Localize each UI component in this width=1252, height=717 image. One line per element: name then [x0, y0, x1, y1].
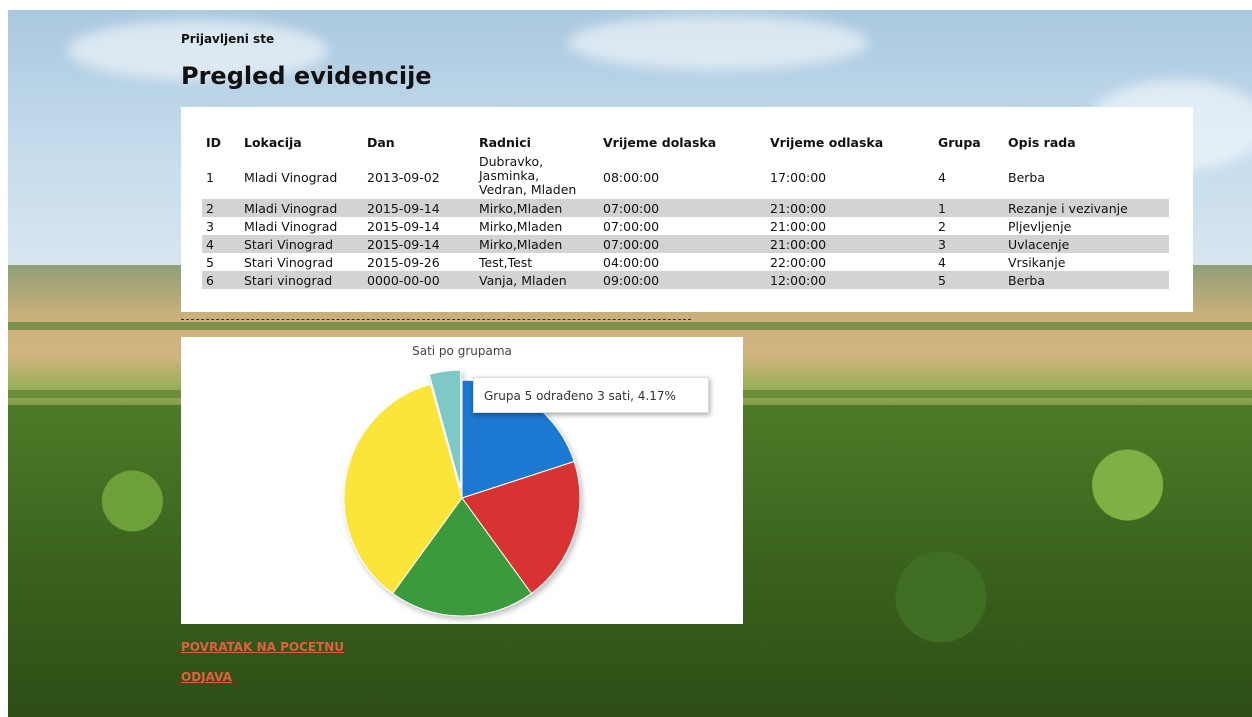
table-cell: 17:00:00 [770, 169, 827, 185]
column-header: Vrijeme dolaska [603, 134, 717, 150]
table-cell: Uvlacenje [1004, 235, 1169, 253]
table-cell: Mladi Vinograd [240, 199, 363, 217]
records-panel: ID Lokacija Dan Radnici Vrijeme dolaska … [181, 107, 1193, 312]
column-header: Lokacija [244, 134, 302, 150]
column-header: Radnici [479, 134, 531, 150]
login-status: Prijavljeni ste [181, 32, 275, 46]
column-header: ID [206, 134, 222, 150]
table-cell: Berba [1008, 169, 1045, 185]
page-title: Pregled evidencije [181, 62, 432, 90]
table-row: 1 Mladi Vinograd 2013-09-02 Dubravko, Jasmi… [202, 155, 1169, 199]
table-cell: Vrsikanje [1008, 254, 1066, 270]
table-cell: 2015-09-14 [363, 199, 475, 217]
table-cell: Mladi Vinograd [244, 169, 338, 185]
table-cell: 1 [206, 169, 214, 185]
field-stripe [8, 322, 1252, 330]
table-cell: 5 [934, 271, 1004, 289]
table-cell: Mirko,Mladen [475, 199, 599, 217]
table-cell: 1 [934, 199, 1004, 217]
table-cell: Mirko,Mladen [479, 218, 563, 234]
table-cell: 07:00:00 [603, 218, 660, 234]
table-cell: 2015-09-14 [363, 235, 475, 253]
table-cell: Stari Vinograd [244, 254, 334, 270]
table-cell: 08:00:00 [603, 169, 660, 185]
table-cell: 2 [202, 199, 240, 217]
table-cell: Stari vinograd [240, 271, 363, 289]
table-cell: Mirko,Mladen [475, 235, 599, 253]
table-cell: 5 [206, 254, 214, 270]
table-cell: 21:00:00 [766, 235, 934, 253]
table-cell: 4 [202, 235, 240, 253]
table-row: 2 Mladi Vinograd 2015-09-14 Mirko,Mladen 07:… [202, 199, 1169, 217]
table-cell: 3 [934, 235, 1004, 253]
table-row: 4 Stari Vinograd 2015-09-14 Mirko,Mladen 07:… [202, 235, 1169, 253]
table-cell: 21:00:00 [770, 218, 827, 234]
table-cell: 3 [206, 218, 214, 234]
table-cell: 07:00:00 [599, 235, 766, 253]
cloud [568, 15, 868, 70]
table-cell: 0000-00-00 [363, 271, 475, 289]
table-cell: 2013-09-02 [367, 169, 440, 185]
table-row: 6 Stari vinograd 0000-00-00 Vanja, Mladen 09… [202, 271, 1169, 289]
table-cell: Test,Test [479, 254, 533, 270]
chart-tooltip: Grupa 5 odrađeno 3 sati, 4.17% [473, 377, 709, 413]
table-cell: Pljevljenje [1008, 218, 1072, 234]
records-table: ID Lokacija Dan Radnici Vrijeme dolaska … [202, 129, 1169, 289]
table-cell: 2 [938, 218, 946, 234]
table-row: 3 Mladi Vinograd 2015-09-14 Mirko,Mladen 07:… [202, 217, 1169, 235]
table-cell: 12:00:00 [766, 271, 934, 289]
back-to-home-link[interactable]: POVRATAK NA POCETNU [181, 640, 344, 654]
table-cell: 4 [938, 169, 946, 185]
table-cell: 6 [202, 271, 240, 289]
table-cell: Rezanje i vezivanje [1004, 199, 1169, 217]
table-cell: Vanja, Mladen [475, 271, 599, 289]
table-cell: Dubravko, Jasminka, Vedran, Mladen [479, 154, 577, 197]
column-header: Vrijeme odlaska [770, 134, 884, 150]
table-header-row: ID Lokacija Dan Radnici Vrijeme dolaska … [202, 129, 1169, 155]
column-header: Dan [367, 134, 395, 150]
table-cell: Mladi Vinograd [244, 218, 338, 234]
table-cell: 4 [938, 254, 946, 270]
table-cell: 21:00:00 [766, 199, 934, 217]
column-header: Grupa [938, 134, 981, 150]
table-cell: Berba [1004, 271, 1169, 289]
table-cell: 2015-09-14 [367, 218, 440, 234]
table-cell: Stari Vinograd [240, 235, 363, 253]
table-cell: 09:00:00 [599, 271, 766, 289]
table-cell: 22:00:00 [770, 254, 827, 270]
table-cell: 04:00:00 [603, 254, 660, 270]
table-row: 5 Stari Vinograd 2015-09-26 Test,Test 04:00:… [202, 253, 1169, 271]
table-cell: 07:00:00 [599, 199, 766, 217]
table-cell: 2015-09-26 [367, 254, 440, 270]
logout-link[interactable]: ODJAVA [181, 670, 232, 684]
column-header: Opis rada [1008, 134, 1076, 150]
divider [181, 319, 691, 320]
